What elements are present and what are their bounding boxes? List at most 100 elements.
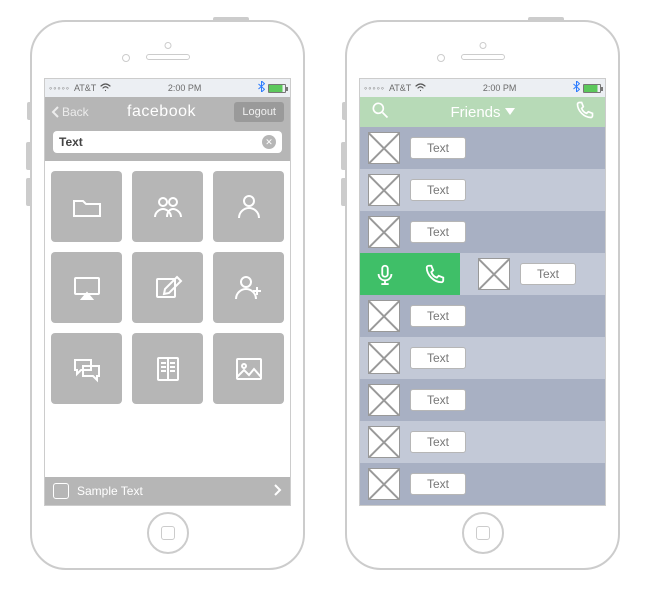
list-row[interactable]: Text <box>360 463 605 505</box>
power-button[interactable] <box>528 17 564 22</box>
back-button[interactable]: Back <box>51 105 89 119</box>
tile-add-friend[interactable] <box>213 252 284 323</box>
tile-notebook[interactable] <box>132 333 203 404</box>
avatar-placeholder <box>368 174 400 206</box>
swipe-mic[interactable] <box>360 253 410 295</box>
earpiece <box>461 54 505 60</box>
chevron-right-icon <box>274 484 282 499</box>
tile-group[interactable] <box>132 171 203 242</box>
avatar-placeholder <box>368 426 400 458</box>
folder-icon <box>70 190 104 224</box>
friend-list[interactable]: Text Text Text Text Text Text Text Text Text <box>360 127 605 505</box>
chat-icon <box>70 352 104 386</box>
tile-chat[interactable] <box>51 333 122 404</box>
search-button[interactable] <box>370 100 390 125</box>
camera-dot <box>479 42 486 49</box>
list-row[interactable]: Text <box>360 127 605 169</box>
row-button[interactable]: Text <box>410 347 466 369</box>
battery-icon <box>268 84 286 93</box>
list-row[interactable]: Text <box>360 421 605 463</box>
phone-left: ◦◦◦◦◦ AT&T 2:00 PM Back facebook Logout <box>30 20 305 570</box>
nav-title: facebook <box>95 103 229 121</box>
tile-image[interactable] <box>213 333 284 404</box>
power-button[interactable] <box>213 17 249 22</box>
search-input[interactable] <box>59 135 262 149</box>
nav-bar: Friends <box>360 97 605 127</box>
list-row[interactable]: Text <box>360 337 605 379</box>
list-row[interactable]: Text <box>360 379 605 421</box>
avatar-placeholder <box>368 468 400 500</box>
airplay-icon <box>70 271 104 305</box>
tile-airplay[interactable] <box>51 252 122 323</box>
row-button[interactable]: Text <box>410 473 466 495</box>
nav-title-dropdown[interactable]: Friends <box>396 104 569 121</box>
avatar-placeholder <box>368 132 400 164</box>
avatar-placeholder <box>368 384 400 416</box>
caret-down-icon <box>505 108 515 116</box>
row-button[interactable]: Text <box>410 305 466 327</box>
row-button[interactable]: Text <box>410 431 466 453</box>
wifi-icon <box>415 83 426 94</box>
volume-up[interactable] <box>341 142 347 170</box>
status-bar: ◦◦◦◦◦ AT&T 2:00 PM <box>360 79 605 97</box>
compose-icon <box>151 271 185 305</box>
clock: 2:00 PM <box>111 83 258 93</box>
bluetooth-icon <box>573 81 580 95</box>
avatar-placeholder <box>478 258 510 290</box>
tile-person[interactable] <box>213 171 284 242</box>
mute-switch[interactable] <box>27 102 32 120</box>
phone-icon <box>424 263 446 285</box>
logout-label: Logout <box>242 106 276 118</box>
avatar-placeholder <box>368 216 400 248</box>
volume-up[interactable] <box>26 142 32 170</box>
back-label: Back <box>62 105 89 119</box>
sensor-dot <box>437 54 445 62</box>
avatar-placeholder <box>368 300 400 332</box>
camera-dot <box>164 42 171 49</box>
notebook-icon <box>151 352 185 386</box>
volume-down[interactable] <box>341 178 347 206</box>
list-row[interactable]: Text <box>360 169 605 211</box>
screen-right: ◦◦◦◦◦ AT&T 2:00 PM Friends TextTe <box>359 78 606 506</box>
sensor-dot <box>122 54 130 62</box>
row-button[interactable]: Text <box>410 389 466 411</box>
row-button[interactable]: Text <box>410 179 466 201</box>
signal-icon: ◦◦◦◦◦ <box>364 83 385 93</box>
call-button[interactable] <box>575 100 595 125</box>
search-bar-container: ✕ <box>45 127 290 161</box>
list-row[interactable]: Text <box>360 295 605 337</box>
avatar-placeholder <box>368 342 400 374</box>
signal-icon: ◦◦◦◦◦ <box>49 83 70 93</box>
battery-icon <box>583 84 601 93</box>
tile-compose[interactable] <box>132 252 203 323</box>
earpiece <box>146 54 190 60</box>
footer-label: Sample Text <box>77 484 143 498</box>
status-bar: ◦◦◦◦◦ AT&T 2:00 PM <box>45 79 290 97</box>
tile-folder[interactable] <box>51 171 122 242</box>
add-person-icon <box>232 271 266 305</box>
mute-switch[interactable] <box>342 102 347 120</box>
swipe-call[interactable] <box>410 253 460 295</box>
list-row[interactable]: Text <box>360 211 605 253</box>
row-button[interactable]: Text <box>410 137 466 159</box>
home-button[interactable] <box>462 512 504 554</box>
carrier-label: AT&T <box>389 83 411 93</box>
search-icon <box>370 100 390 120</box>
row-button[interactable]: Text <box>520 263 576 285</box>
phone-right: ◦◦◦◦◦ AT&T 2:00 PM Friends TextTe <box>345 20 620 570</box>
volume-down[interactable] <box>26 178 32 206</box>
checkbox-icon[interactable] <box>53 483 69 499</box>
list-row-swiped[interactable]: Text <box>360 253 605 295</box>
nav-bar: Back facebook Logout <box>45 97 290 127</box>
clear-icon[interactable]: ✕ <box>262 135 276 149</box>
image-icon <box>232 352 266 386</box>
row-button[interactable]: Text <box>410 221 466 243</box>
wifi-icon <box>100 83 111 94</box>
logout-button[interactable]: Logout <box>234 102 284 122</box>
home-button[interactable] <box>147 512 189 554</box>
chevron-left-icon <box>51 106 60 118</box>
nav-title: Friends <box>450 104 500 121</box>
person-icon <box>232 190 266 224</box>
footer-row[interactable]: Sample Text <box>45 477 290 505</box>
search-box[interactable]: ✕ <box>53 131 282 153</box>
